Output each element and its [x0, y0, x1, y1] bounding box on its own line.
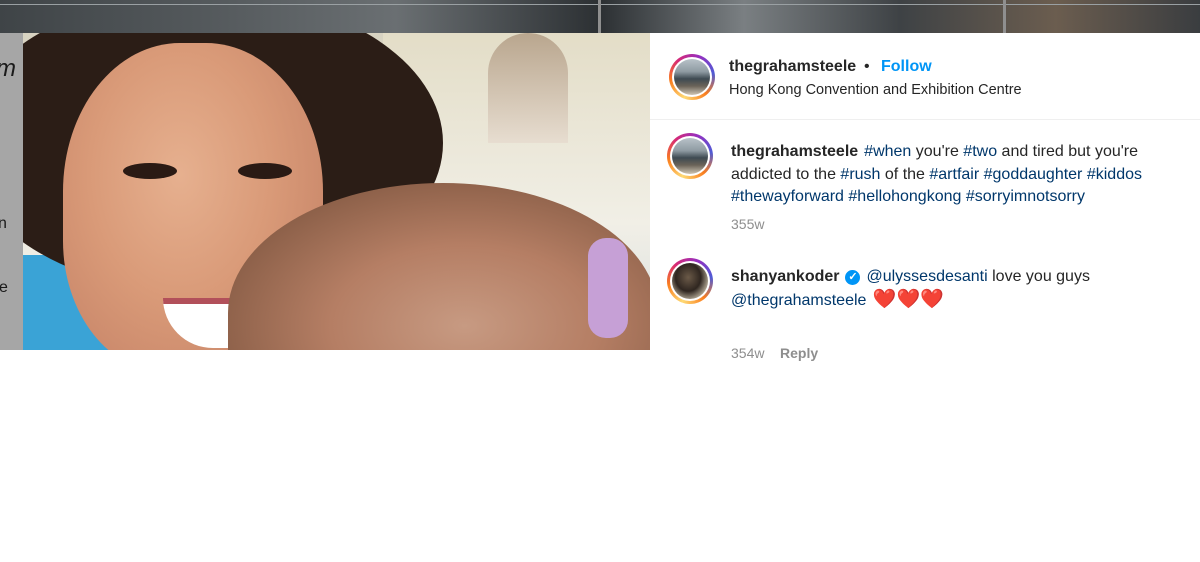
red-heart-emoji: ❤️❤️❤️: [872, 288, 944, 310]
commenter-avatar[interactable]: [667, 258, 713, 304]
follow-button[interactable]: Follow: [881, 58, 932, 76]
hashtag-link[interactable]: #when: [864, 143, 911, 160]
mention-link[interactable]: @thegrahamsteele: [731, 292, 866, 309]
background-feed-strip: [0, 0, 1200, 33]
post-modal: thegrahamsteele • Follow Hong Kong Conve…: [23, 33, 1200, 361]
hashtag-link[interactable]: #kiddos: [1087, 166, 1142, 183]
caption-text-segment: you're: [911, 143, 964, 160]
comment-text: shanyankoder ✓ @ulyssesdesanti love you gu…: [731, 266, 1191, 312]
verified-badge-icon: ✓: [845, 270, 861, 285]
background-page-edge: m n e: [0, 33, 23, 350]
caption-text: thegrahamsteele #when you're #two and tir…: [731, 141, 1191, 209]
hashtag-link[interactable]: #goddaughter: [984, 166, 1083, 183]
mention-link[interactable]: @ulyssesdesanti: [866, 268, 987, 285]
caption-author-avatar[interactable]: [667, 133, 713, 179]
comment-body: love you guys: [987, 268, 1090, 285]
hashtag-link[interactable]: #two: [963, 143, 997, 160]
post-location[interactable]: Hong Kong Convention and Exhibition Cent…: [729, 82, 1022, 98]
commenter-username[interactable]: shanyankoder: [731, 268, 839, 285]
caption-timestamp[interactable]: 355w: [731, 216, 764, 232]
post-details-panel: thegrahamsteele • Follow Hong Kong Conve…: [650, 33, 1200, 361]
hashtag-link[interactable]: #sorryimnotsorry: [966, 188, 1085, 205]
hashtag-link[interactable]: #rush: [840, 166, 880, 183]
author-username[interactable]: thegrahamsteele: [729, 58, 856, 76]
hashtag-link[interactable]: #artfair: [929, 166, 979, 183]
comment-timestamp[interactable]: 354w: [731, 345, 764, 361]
caption-text-segment: of the: [880, 165, 930, 183]
hashtag-link[interactable]: #hellohongkong: [848, 188, 961, 205]
caption-username[interactable]: thegrahamsteele: [731, 143, 858, 160]
author-avatar[interactable]: [669, 54, 715, 100]
reply-button[interactable]: Reply: [780, 345, 818, 361]
hashtag-link[interactable]: #thewayforward: [731, 188, 844, 205]
post-photo: [23, 33, 650, 350]
separator-dot: •: [864, 58, 870, 75]
post-header: thegrahamsteele • Follow Hong Kong Conve…: [650, 33, 1200, 120]
